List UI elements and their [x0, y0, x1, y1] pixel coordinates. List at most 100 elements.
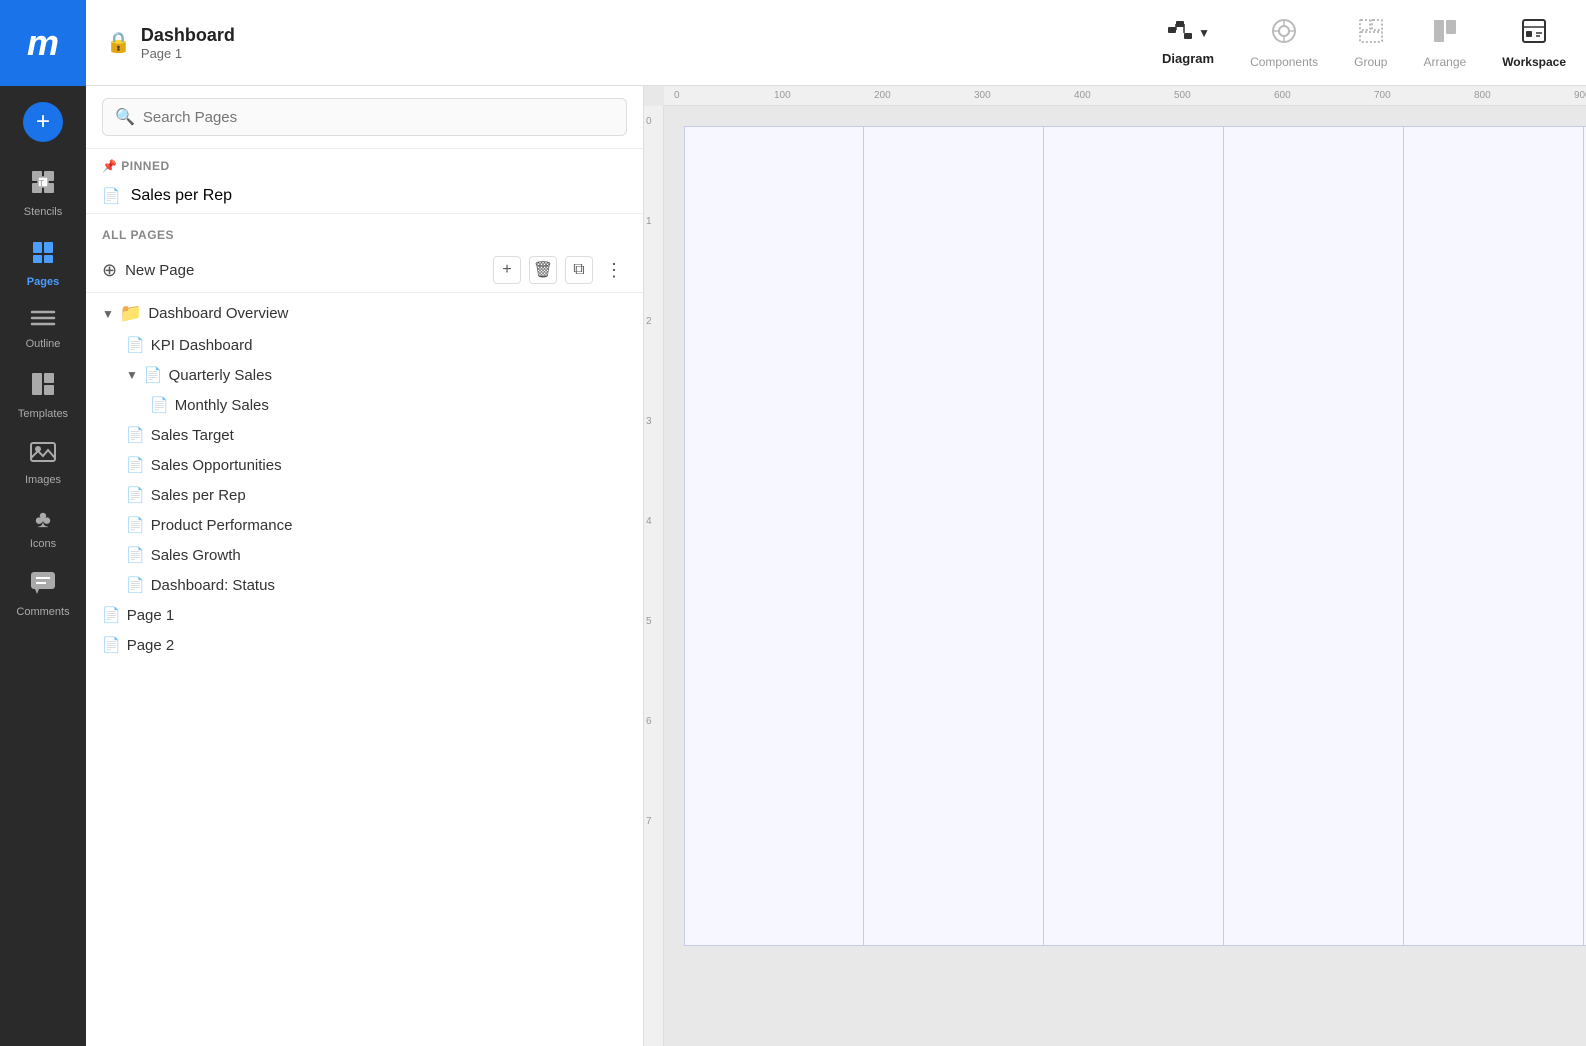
pinned-item-sales-per-rep[interactable]: 📄 Sales per Rep — [86, 179, 643, 213]
doc-icon-quarterly: 📄 — [144, 366, 163, 384]
canvas-area[interactable]: 0 100 200 300 400 500 600 700 800 900 0 … — [644, 86, 1586, 1046]
copy-page-button[interactable]: ⧉ — [565, 256, 593, 284]
diagram-label: Diagram — [1162, 51, 1214, 66]
diagram-button[interactable]: ▼ Diagram — [1162, 19, 1214, 66]
sidebar-item-outline[interactable]: Outline — [0, 298, 86, 360]
components-button[interactable]: Components — [1250, 17, 1318, 69]
add-page-button[interactable]: + — [493, 256, 521, 284]
tree-item-dashboard-overview[interactable]: ▼ 📁 Dashboard Overview — [86, 297, 643, 330]
tree-label-kpi-dashboard: KPI Dashboard — [151, 337, 253, 354]
doc-icon-product: 📄 — [126, 516, 145, 534]
pages-icon — [29, 238, 57, 272]
search-input-wrap[interactable]: 🔍 — [102, 98, 627, 136]
ruler-vmark-700: 7 — [646, 816, 652, 827]
doc-icon-page1: 📄 — [102, 606, 121, 624]
canvas-col-2 — [864, 126, 1044, 946]
tree-label-product-performance: Product Performance — [151, 517, 293, 534]
more-button[interactable]: ⋮ — [601, 260, 627, 281]
tree-item-sales-growth[interactable]: 📄 Sales Growth — [86, 540, 643, 570]
sidebar-item-images[interactable]: Images — [0, 430, 86, 496]
tree-label-monthly-sales: Monthly Sales — [175, 397, 269, 414]
delete-icon: 🗑 — [533, 260, 553, 280]
doc-icon-page2: 📄 — [102, 636, 121, 654]
lock-icon: 🔒 — [106, 30, 131, 55]
ruler-mark-100: 100 — [774, 90, 791, 101]
pinned-page-name: Sales per Rep — [131, 187, 232, 205]
tree-item-monthly-sales[interactable]: 📄 Monthly Sales — [86, 390, 643, 420]
group-button[interactable]: Group — [1354, 17, 1387, 69]
canvas-col-1 — [684, 126, 864, 946]
canvas-content[interactable] — [664, 106, 1586, 1046]
diagram-icon-row: ▼ — [1166, 19, 1210, 47]
comments-label: Comments — [16, 606, 69, 618]
new-page-button[interactable]: ⊕ New Page — [102, 260, 493, 281]
workspace-icon — [1520, 17, 1548, 51]
icons-label: Icons — [30, 538, 56, 550]
logo-area[interactable]: m — [0, 0, 86, 86]
copy-icon: ⧉ — [573, 261, 584, 279]
all-pages-label: ALL PAGES — [102, 228, 174, 242]
tree-label-page2: Page 2 — [127, 637, 175, 654]
tree-item-kpi-dashboard[interactable]: 📄 KPI Dashboard — [86, 330, 643, 360]
stencils-label: Stencils — [24, 206, 63, 218]
sidebar-item-comments[interactable]: Comments — [0, 560, 86, 628]
arrange-button[interactable]: Arrange — [1423, 17, 1466, 69]
outline-icon — [29, 308, 57, 334]
doc-icon-dashboard-status: 📄 — [126, 576, 145, 594]
ruler-mark-300: 300 — [974, 90, 991, 101]
svg-text:T: T — [39, 179, 44, 188]
canvas-col-3 — [1044, 126, 1224, 946]
page-tree: ▼ 📁 Dashboard Overview 📄 KPI Dashboard ▼… — [86, 293, 643, 664]
canvas-columns — [684, 126, 1586, 946]
tree-item-dashboard-status[interactable]: 📄 Dashboard: Status — [86, 570, 643, 600]
tree-item-product-performance[interactable]: 📄 Product Performance — [86, 510, 643, 540]
folder-icon-dashboard-overview: 📁 — [120, 303, 142, 324]
diagram-dropdown-arrow[interactable]: ▼ — [1198, 26, 1210, 40]
images-label: Images — [25, 474, 61, 486]
outline-label: Outline — [26, 338, 61, 350]
doc-icon-sales-opp: 📄 — [126, 456, 145, 474]
search-icon: 🔍 — [115, 107, 135, 127]
templates-label: Templates — [18, 408, 68, 420]
sidebar-item-templates[interactable]: Templates — [0, 360, 86, 430]
ruler-mark-700: 700 — [1374, 90, 1391, 101]
tree-label-page1: Page 1 — [127, 607, 175, 624]
all-pages-header: ALL PAGES — [86, 213, 643, 248]
tree-item-sales-opportunities[interactable]: 📄 Sales Opportunities — [86, 450, 643, 480]
tree-item-sales-target[interactable]: 📄 Sales Target — [86, 420, 643, 450]
doc-icon-kpi: 📄 — [126, 336, 145, 354]
tree-arrow-dashboard-overview: ▼ — [102, 307, 114, 321]
pin-icon: 📌 — [102, 159, 117, 173]
sidebar-item-stencils[interactable]: T Stencils — [0, 158, 86, 228]
workspace-button[interactable]: Workspace — [1502, 17, 1566, 69]
page-subtitle: Page 1 — [141, 46, 235, 61]
tree-item-page2[interactable]: 📄 Page 2 — [86, 630, 643, 660]
stencils-icon: T — [29, 168, 57, 202]
ruler-mark-500: 500 — [1174, 90, 1191, 101]
tree-label-sales-target: Sales Target — [151, 427, 234, 444]
comments-icon — [29, 570, 57, 602]
tree-item-page1[interactable]: 📄 Page 1 — [86, 600, 643, 630]
search-bar: 🔍 — [86, 86, 643, 149]
add-page-icon: + — [502, 261, 511, 279]
templates-icon — [29, 370, 57, 404]
add-button[interactable]: + — [23, 102, 63, 142]
ruler-mark-600: 600 — [1274, 90, 1291, 101]
ruler-vmark-400: 4 — [646, 516, 652, 527]
delete-page-button[interactable]: 🗑 — [529, 256, 557, 284]
tree-label-sales-opportunities: Sales Opportunities — [151, 457, 282, 474]
arrange-label: Arrange — [1423, 55, 1466, 69]
ruler-mark-400: 400 — [1074, 90, 1091, 101]
search-input[interactable] — [143, 109, 614, 126]
sidebar-item-icons[interactable]: ♣ Icons — [0, 496, 86, 560]
tree-item-quarterly-sales[interactable]: ▼ 📄 Quarterly Sales — [86, 360, 643, 390]
components-icon — [1270, 17, 1298, 51]
doc-icon-sales-growth: 📄 — [126, 546, 145, 564]
ruler-vmark-600: 6 — [646, 716, 652, 727]
sidebar-item-pages[interactable]: Pages — [0, 228, 86, 298]
tree-item-sales-per-rep[interactable]: 📄 Sales per Rep — [86, 480, 643, 510]
icons-icon: ♣ — [35, 506, 51, 534]
group-label: Group — [1354, 55, 1387, 69]
header-left: 🔒 Dashboard Page 1 — [106, 25, 1162, 61]
left-sidebar: m + T Stencils Pages — [0, 0, 86, 1046]
